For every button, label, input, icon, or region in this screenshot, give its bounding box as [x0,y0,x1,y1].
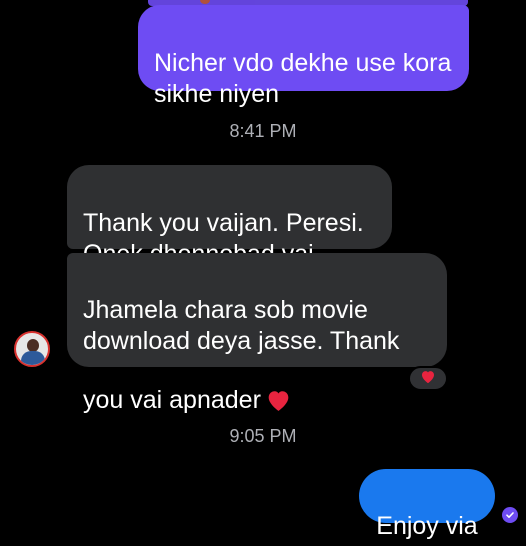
avatar[interactable] [14,331,50,367]
incoming-message-bubble[interactable]: Jhamela chara sob movie download deya ja… [67,253,447,414]
heart-icon [265,357,292,420]
incoming-message-text: Jhamela chara sob movie download deya ja… [83,296,400,414]
reaction-badge[interactable] [408,366,448,391]
timestamp: 8:41 PM [229,121,297,141]
outgoing-message-text: Enjoy via [376,512,478,540]
heart-icon [420,369,436,389]
outgoing-message-text: Nicher vdo dekhe use kora sikhe niyen [154,49,452,108]
incoming-message-bubble[interactable]: Thank you vaijan. Peresi. Onek dhonnobad… [67,165,392,268]
outgoing-message-bubble[interactable]: Nicher vdo dekhe use kora sikhe niyen [138,5,469,108]
check-icon [502,507,518,523]
reaction-dot [200,0,210,4]
outgoing-message-bubble[interactable]: Enjoy via [359,469,495,540]
avatar-body [21,351,45,365]
timestamp: 9:05 PM [229,426,297,446]
